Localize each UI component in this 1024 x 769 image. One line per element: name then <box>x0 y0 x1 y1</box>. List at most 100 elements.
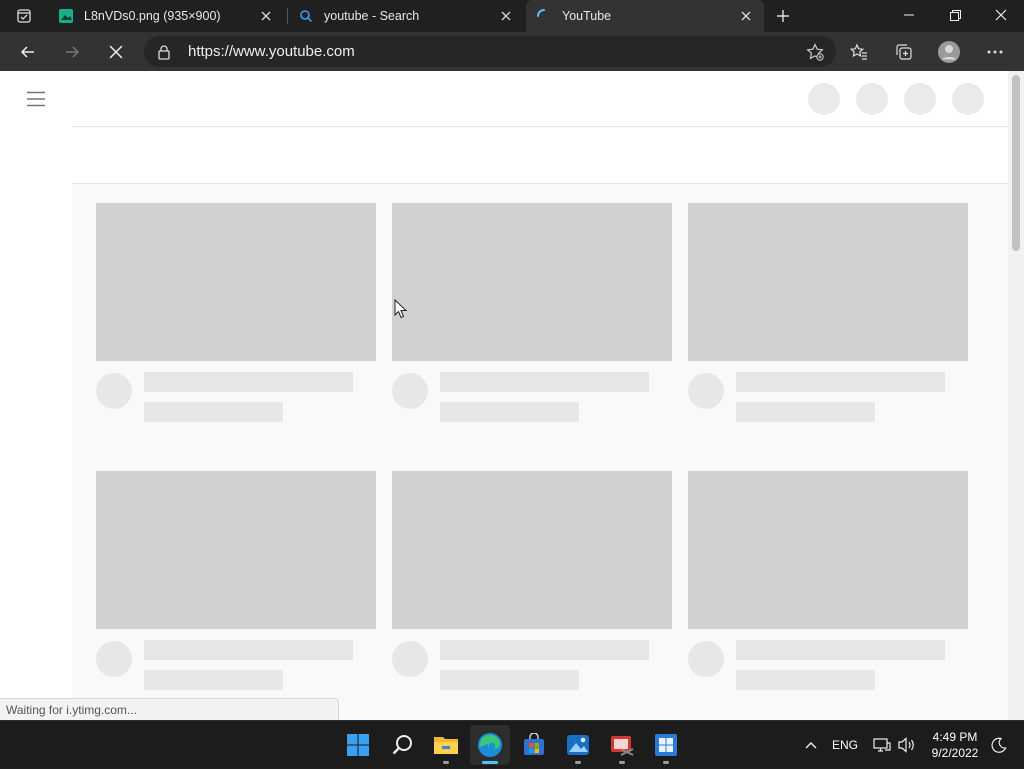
search-icon <box>298 8 314 24</box>
stop-loading-button[interactable] <box>100 36 132 68</box>
masthead-placeholder-button[interactable] <box>808 83 840 115</box>
edge-icon <box>478 733 502 757</box>
menu-icon[interactable] <box>26 91 46 107</box>
scrollbar-thumb[interactable] <box>1012 75 1020 251</box>
restore-button[interactable] <box>932 0 978 30</box>
thumbnail-placeholder[interactable] <box>392 471 672 629</box>
lock-icon[interactable] <box>156 44 172 60</box>
title-placeholder <box>440 640 649 660</box>
network-icon <box>873 738 891 752</box>
thumbnail-placeholder[interactable] <box>688 471 968 629</box>
show-hidden-icons-button[interactable] <box>800 721 822 769</box>
masthead <box>72 71 1008 127</box>
language-indicator[interactable]: ENG <box>828 721 862 769</box>
loading-spinner-icon <box>536 8 552 24</box>
profile-avatar-icon <box>938 41 960 63</box>
tab-search[interactable]: youtube - Search <box>288 0 524 32</box>
title-placeholder <box>736 372 945 392</box>
volume-icon <box>898 737 914 753</box>
thumbnail-placeholder[interactable] <box>392 203 672 361</box>
meta-placeholder <box>144 402 283 422</box>
thumbnail-placeholder[interactable] <box>688 203 968 361</box>
close-window-button[interactable] <box>978 0 1024 30</box>
more-icon <box>987 50 1003 54</box>
close-tab-button[interactable] <box>736 6 756 26</box>
channel-avatar-placeholder <box>96 373 132 409</box>
clock-date: 9/2/2022 <box>931 746 979 760</box>
meta-placeholder <box>144 670 283 690</box>
file-explorer-button[interactable] <box>426 725 466 765</box>
new-tab-button[interactable] <box>770 4 796 28</box>
clock-time: 4:49 PM <box>932 730 978 744</box>
restore-icon <box>949 9 961 21</box>
running-indicator <box>482 761 498 764</box>
profile-button[interactable] <box>934 37 964 67</box>
tab-title: youtube - Search <box>324 9 420 23</box>
collections-button[interactable] <box>889 37 919 67</box>
tab-youtube[interactable]: YouTube <box>526 0 764 32</box>
back-button[interactable] <box>12 36 44 68</box>
tab-title: YouTube <box>562 9 612 23</box>
close-tab-button[interactable] <box>256 6 276 26</box>
title-placeholder <box>144 640 353 660</box>
clock[interactable]: 4:49 PM 9/2/2022 <box>920 729 990 761</box>
volume-button[interactable] <box>895 721 919 769</box>
minimize-button[interactable] <box>886 0 932 30</box>
address-bar[interactable]: https://www.youtube.com <box>144 36 836 67</box>
photos-button[interactable] <box>558 725 598 765</box>
running-indicator <box>575 761 581 764</box>
title-placeholder <box>440 372 649 392</box>
tab-title: L8nVDs0.png (935×900) <box>84 9 221 23</box>
close-icon <box>501 11 511 21</box>
masthead-placeholder-button[interactable] <box>952 83 984 115</box>
thumbnail-placeholder[interactable] <box>96 471 376 629</box>
network-button[interactable] <box>870 721 894 769</box>
url-text[interactable]: https://www.youtube.com <box>188 43 355 60</box>
tab-image[interactable]: L8nVDs0.png (935×900) <box>48 0 284 32</box>
page-viewport <box>0 71 1024 720</box>
guide-rail <box>0 71 72 720</box>
store-icon <box>524 733 544 755</box>
back-arrow-icon <box>20 46 34 58</box>
chips-bar <box>72 128 1008 184</box>
page-scrollbar[interactable] <box>1008 71 1024 720</box>
close-tab-button[interactable] <box>496 6 516 26</box>
channel-avatar-placeholder <box>688 641 724 677</box>
start-button[interactable] <box>338 725 378 765</box>
forward-arrow-icon <box>66 46 80 58</box>
minimize-icon <box>904 14 914 16</box>
tab-actions-button[interactable] <box>6 4 42 28</box>
store-button[interactable] <box>514 725 554 765</box>
thumbnail-placeholder[interactable] <box>96 203 376 361</box>
masthead-placeholder-button[interactable] <box>856 83 888 115</box>
running-indicator <box>443 761 449 764</box>
snipping-tool-icon <box>611 736 634 756</box>
plus-icon <box>777 10 789 22</box>
windows-app-button[interactable] <box>646 725 686 765</box>
running-indicator <box>619 761 625 764</box>
moon-icon <box>991 737 1007 753</box>
meta-placeholder <box>736 402 875 422</box>
masthead-placeholder-button[interactable] <box>904 83 936 115</box>
channel-avatar-placeholder <box>392 373 428 409</box>
channel-avatar-placeholder <box>96 641 132 677</box>
channel-avatar-placeholder <box>392 641 428 677</box>
add-favorite-icon[interactable] <box>806 43 824 61</box>
file-explorer-icon <box>434 737 458 754</box>
meta-placeholder <box>440 402 579 422</box>
chevron-up-icon <box>805 742 817 749</box>
start-icon <box>347 734 369 756</box>
mouse-cursor-icon <box>394 299 408 319</box>
taskbar-search-button[interactable] <box>383 725 423 765</box>
image-icon <box>58 8 74 24</box>
focus-assist-button[interactable] <box>988 721 1010 769</box>
close-icon <box>109 45 123 59</box>
title-placeholder <box>144 372 353 392</box>
tab-strip: L8nVDs0.png (935×900) youtube - Search Y… <box>0 0 1024 32</box>
forward-button[interactable] <box>56 36 88 68</box>
meta-placeholder <box>440 670 579 690</box>
settings-more-button[interactable] <box>980 37 1010 67</box>
favorites-button[interactable] <box>844 37 874 67</box>
edge-taskbar-button[interactable] <box>470 725 510 765</box>
snipping-tool-button[interactable] <box>602 725 642 765</box>
